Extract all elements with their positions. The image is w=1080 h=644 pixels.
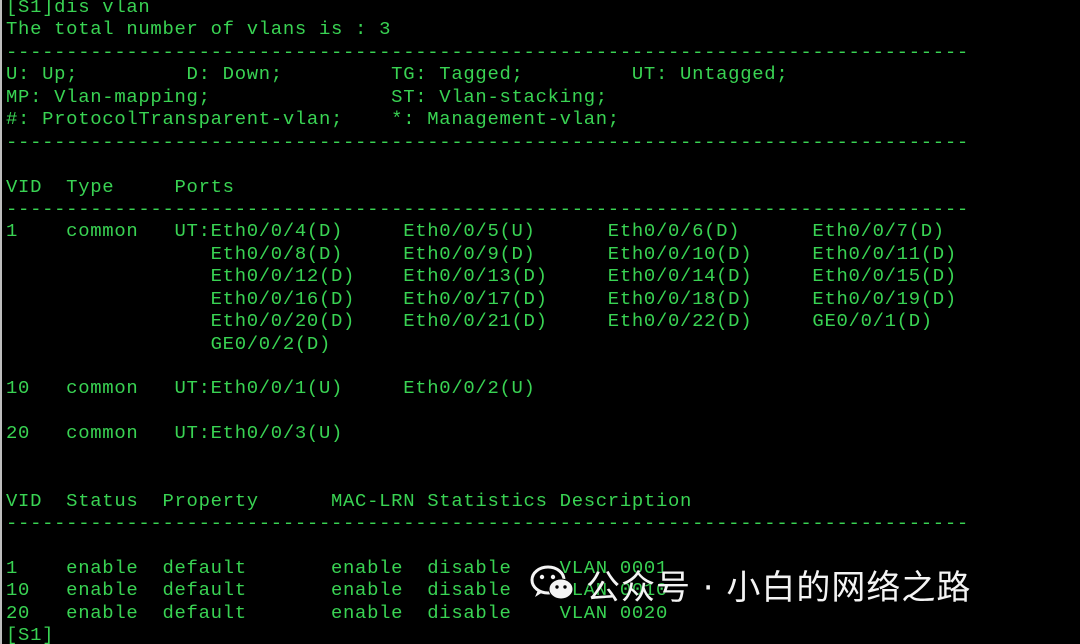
terminal-line: VID Status Property MAC-LRN Statistics D… <box>6 489 693 512</box>
terminal-line: 20 common UT:Eth0/0/3(U) <box>6 422 344 445</box>
terminal-line: MP: Vlan-mapping; ST: Vlan-stacking; <box>6 85 608 108</box>
terminal-output: [S1]dis vlan The total number of vlans is… <box>6 0 969 644</box>
terminal-line: #: ProtocolTransparent-vlan; *: Manageme… <box>6 108 620 131</box>
terminal-line: ----------------------------------------… <box>6 130 969 153</box>
terminal-line: Eth0/0/20(D) Eth0/0/21(D) Eth0/0/22(D) G… <box>6 310 933 333</box>
terminal-line: Eth0/0/8(D) Eth0/0/9(D) Eth0/0/10(D) Eth… <box>6 242 957 265</box>
terminal-line: 10 common UT:Eth0/0/1(U) Eth0/0/2(U) <box>6 377 536 400</box>
terminal-line: 10 enable default enable disable VLAN 00… <box>6 579 668 602</box>
terminal-line: Eth0/0/12(D) Eth0/0/13(D) Eth0/0/14(D) E… <box>6 265 957 288</box>
terminal-line: [S1]dis vlan <box>6 0 151 18</box>
terminal-line: ----------------------------------------… <box>6 512 969 535</box>
terminal-line: U: Up; D: Down; TG: Tagged; UT: Untagged… <box>6 63 789 86</box>
terminal-line: [S1] <box>6 624 55 644</box>
terminal-line: 1 enable default enable disable VLAN 000… <box>6 556 668 579</box>
terminal-line: The total number of vlans is : 3 <box>6 18 392 41</box>
terminal-line: ----------------------------------------… <box>6 40 969 63</box>
terminal-line: Eth0/0/16(D) Eth0/0/17(D) Eth0/0/18(D) E… <box>6 287 957 310</box>
terminal-line: GE0/0/2(D) <box>6 332 331 355</box>
terminal-line: 1 common UT:Eth0/0/4(D) Eth0/0/5(U) Eth0… <box>6 220 945 243</box>
terminal-line: ----------------------------------------… <box>6 197 969 220</box>
terminal-window[interactable]: [S1]dis vlan The total number of vlans is… <box>0 0 1080 644</box>
terminal-line: 20 enable default enable disable VLAN 00… <box>6 601 668 624</box>
terminal-line: VID Type Ports <box>6 175 235 198</box>
